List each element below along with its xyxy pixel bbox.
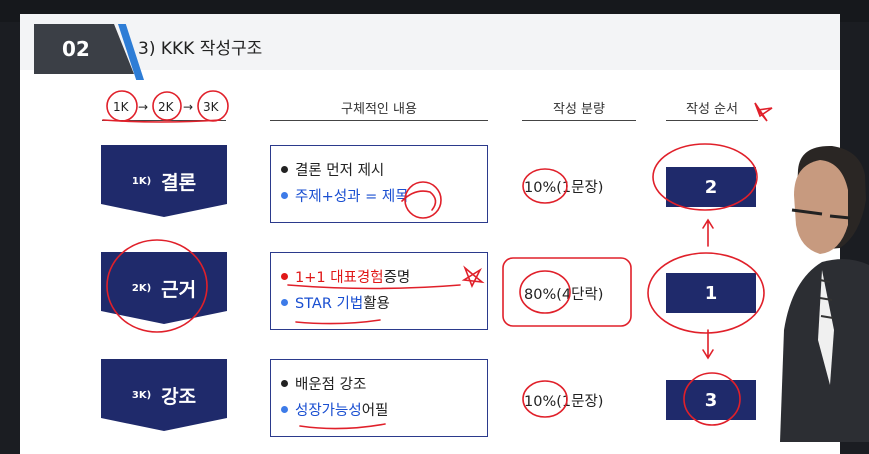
content-line: 1+1 대표경험 증명 — [281, 263, 487, 289]
row-label-evidence: 2K) 근거 — [101, 252, 227, 324]
row-label: 근거 — [161, 278, 197, 301]
content-text: 배운점 강조 — [295, 376, 367, 393]
row-tag: 1K) — [131, 175, 152, 187]
step-3k: 3K — [203, 100, 219, 114]
amount-percent: 10% — [524, 180, 557, 196]
order-badge-conclusion: 2 — [666, 167, 756, 207]
presentation-slide: 02 3) KKK 작성구조 1K → 2K → 3K 구체적인 내용 작성 분… — [20, 14, 840, 454]
arrow-icon: → — [138, 100, 149, 114]
content-text: 증명 — [383, 269, 411, 286]
bullet-icon — [281, 379, 288, 387]
content-text: 어필 — [361, 402, 389, 419]
row-label: 강조 — [161, 385, 197, 408]
content-text-highlight: 성장가능성 — [295, 402, 362, 419]
bullet-icon — [281, 272, 288, 280]
row-tag: 3K) — [131, 389, 152, 401]
bullet-icon — [281, 191, 288, 199]
content-text-highlight: STAR 기법 — [295, 295, 364, 312]
bullet-icon — [281, 165, 288, 173]
row-label-conclusion: 1K) 결론 — [101, 145, 227, 217]
amount-percent: 10% — [524, 394, 557, 410]
content-line: 주제+성과 = 제목 — [281, 182, 487, 208]
step-2k: 2K — [158, 100, 174, 114]
amount-emphasis: 10%(1문장) — [524, 390, 603, 411]
bullet-icon — [281, 405, 288, 413]
presenter-silhouette — [780, 145, 869, 442]
row-content-emphasis: 배운점 강조 성장가능성 어필 — [270, 359, 488, 437]
row-label: 결론 — [161, 171, 197, 194]
row-content-conclusion: 결론 먼저 제시 주제+성과 = 제목 — [270, 145, 488, 223]
order-badge-evidence: 1 — [666, 273, 756, 313]
row-content-evidence: 1+1 대표경험 증명 STAR 기법 활용 — [270, 252, 488, 330]
steps-underline — [102, 120, 226, 121]
order-badge-emphasis: 3 — [666, 380, 756, 420]
content-header-underline — [270, 120, 488, 121]
content-line: 배운점 강조 — [281, 370, 487, 396]
content-line: 성장가능성 어필 — [281, 396, 487, 422]
arrow-icon: → — [183, 100, 194, 114]
column-header-content: 구체적인 내용 — [341, 102, 417, 117]
slide-title: 3) KKK 작성구조 — [138, 39, 263, 59]
order-header-underline — [666, 120, 758, 121]
column-header-order: 작성 순서 — [686, 102, 738, 117]
content-text-highlight: 1+1 대표경험 — [295, 269, 384, 286]
content-text-highlight: 주제+성과 = 제목 — [295, 188, 409, 205]
column-header-amount: 작성 분량 — [553, 102, 605, 117]
content-text: 결론 먼저 제시 — [295, 162, 385, 179]
row-tag: 2K) — [131, 282, 152, 294]
amount-unit: (4단락) — [556, 287, 604, 303]
content-line: 결론 먼저 제시 — [281, 156, 487, 182]
row-label-emphasis: 3K) 강조 — [101, 359, 227, 431]
content-line: STAR 기법 활용 — [281, 289, 487, 315]
step-1k: 1K — [113, 100, 129, 114]
bullet-icon — [281, 298, 288, 306]
amount-conclusion: 10%(1문장) — [524, 176, 603, 197]
amount-unit: (1문장) — [556, 180, 604, 196]
amount-header-underline — [522, 120, 636, 121]
content-text: 활용 — [363, 295, 390, 312]
amount-evidence: 80%(4단락) — [524, 283, 603, 304]
amount-unit: (1문장) — [556, 394, 604, 410]
amount-percent: 80% — [524, 287, 557, 303]
